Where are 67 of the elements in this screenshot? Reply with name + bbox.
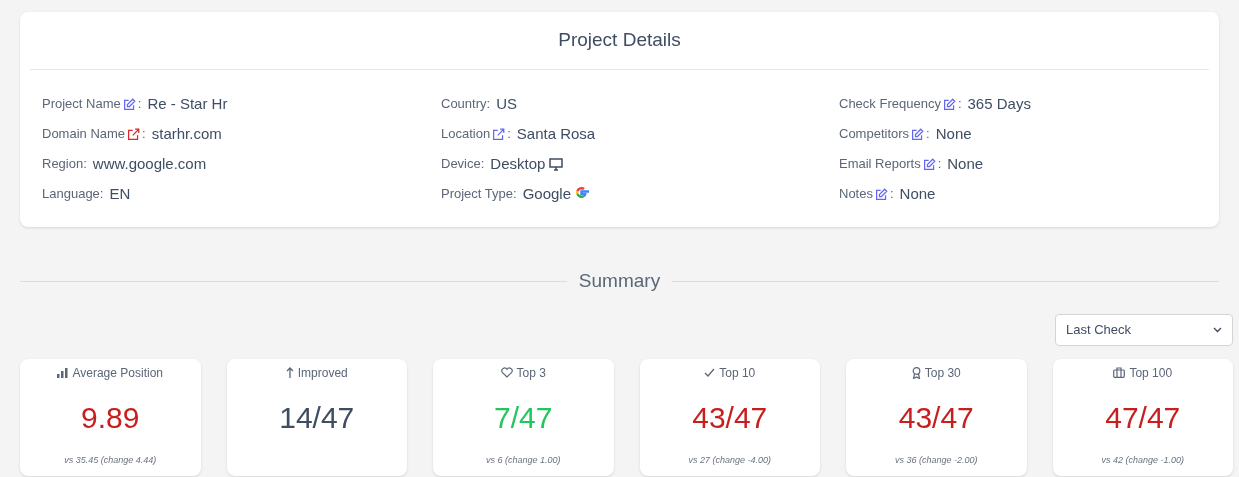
stat-value: 7/47 — [494, 399, 553, 436]
field-label: Region: — [42, 155, 87, 174]
external-link-icon[interactable] — [492, 127, 506, 141]
external-link-icon[interactable] — [127, 127, 141, 141]
stat-label: Improved — [297, 364, 348, 382]
colon: : — [957, 95, 962, 114]
field-label: Device: — [441, 155, 485, 174]
stat-value: 9.89 — [81, 399, 140, 436]
stat-comparison: vs 6 (change 1.00) — [485, 454, 561, 467]
field-label: Domain Name — [42, 125, 126, 144]
field-value: Re - Star Hr — [147, 93, 228, 114]
field-label: Competitors — [839, 125, 910, 144]
field-label: Project Type: — [441, 185, 517, 204]
stat-label: Top 3 — [516, 364, 546, 382]
field-value: None — [947, 153, 984, 174]
field-value: EN — [109, 183, 131, 204]
edit-icon[interactable] — [942, 97, 956, 111]
colon: : — [142, 125, 146, 144]
colon: : — [507, 125, 511, 144]
field-value: None — [899, 183, 936, 204]
field-value: 365 Days — [967, 93, 1031, 114]
edit-icon[interactable] — [922, 157, 936, 171]
field-value: Google — [522, 183, 571, 204]
field-value: Desktop — [490, 153, 546, 174]
award-icon — [911, 366, 921, 379]
field-label: Location — [441, 125, 491, 144]
stat-comparison: vs 35.45 (change 4.44) — [64, 454, 157, 467]
field-value: starhr.com — [151, 123, 222, 144]
check-icon — [704, 368, 716, 377]
stat-comparison: vs 42 (change -1.00) — [1101, 454, 1184, 467]
stat-value: 47/47 — [1105, 399, 1181, 436]
stat-label: Average Position — [72, 364, 163, 382]
period-dropdown[interactable]: Last Check — [1055, 313, 1233, 346]
stat-value: 43/47 — [692, 399, 768, 436]
stat-comparison: vs 27 (change -4.00) — [688, 454, 771, 467]
stat-comparison: vs 36 (change -2.00) — [894, 454, 978, 467]
field-value: www.google.com — [92, 153, 207, 174]
card-title: Project Details — [558, 28, 681, 53]
section-title: Summary — [578, 269, 661, 293]
edit-icon[interactable] — [874, 187, 888, 201]
stat-label: Top 30 — [924, 364, 961, 382]
field-value: US — [496, 93, 517, 114]
field-label: Country: — [441, 95, 491, 114]
heart-icon — [500, 367, 513, 378]
colon: : — [137, 95, 142, 114]
colon: : — [926, 125, 930, 144]
field-label: Project Name — [42, 95, 121, 114]
edit-icon[interactable] — [122, 97, 136, 111]
field-label: Email Reports — [839, 155, 921, 174]
stat-value: 43/47 — [898, 399, 974, 436]
google-icon — [574, 184, 589, 200]
field-label: Language: — [42, 185, 104, 204]
briefcase-icon — [1113, 367, 1126, 378]
colon: : — [889, 185, 894, 204]
desktop-icon — [549, 157, 564, 171]
colon: : — [937, 155, 942, 174]
field-label: Notes — [839, 185, 873, 204]
stat-label: Top 10 — [719, 364, 756, 382]
field-label: Check Frequency — [839, 95, 941, 114]
edit-icon[interactable] — [911, 127, 925, 141]
chevron-down-icon — [1213, 326, 1222, 333]
field-value: Santa Rosa — [516, 123, 596, 144]
field-value: None — [935, 123, 972, 144]
stat-label: Top 100 — [1129, 364, 1173, 382]
arrow-up-icon — [285, 367, 294, 378]
stat-value: 14/47 — [279, 399, 355, 436]
bar-chart-icon — [57, 367, 69, 378]
